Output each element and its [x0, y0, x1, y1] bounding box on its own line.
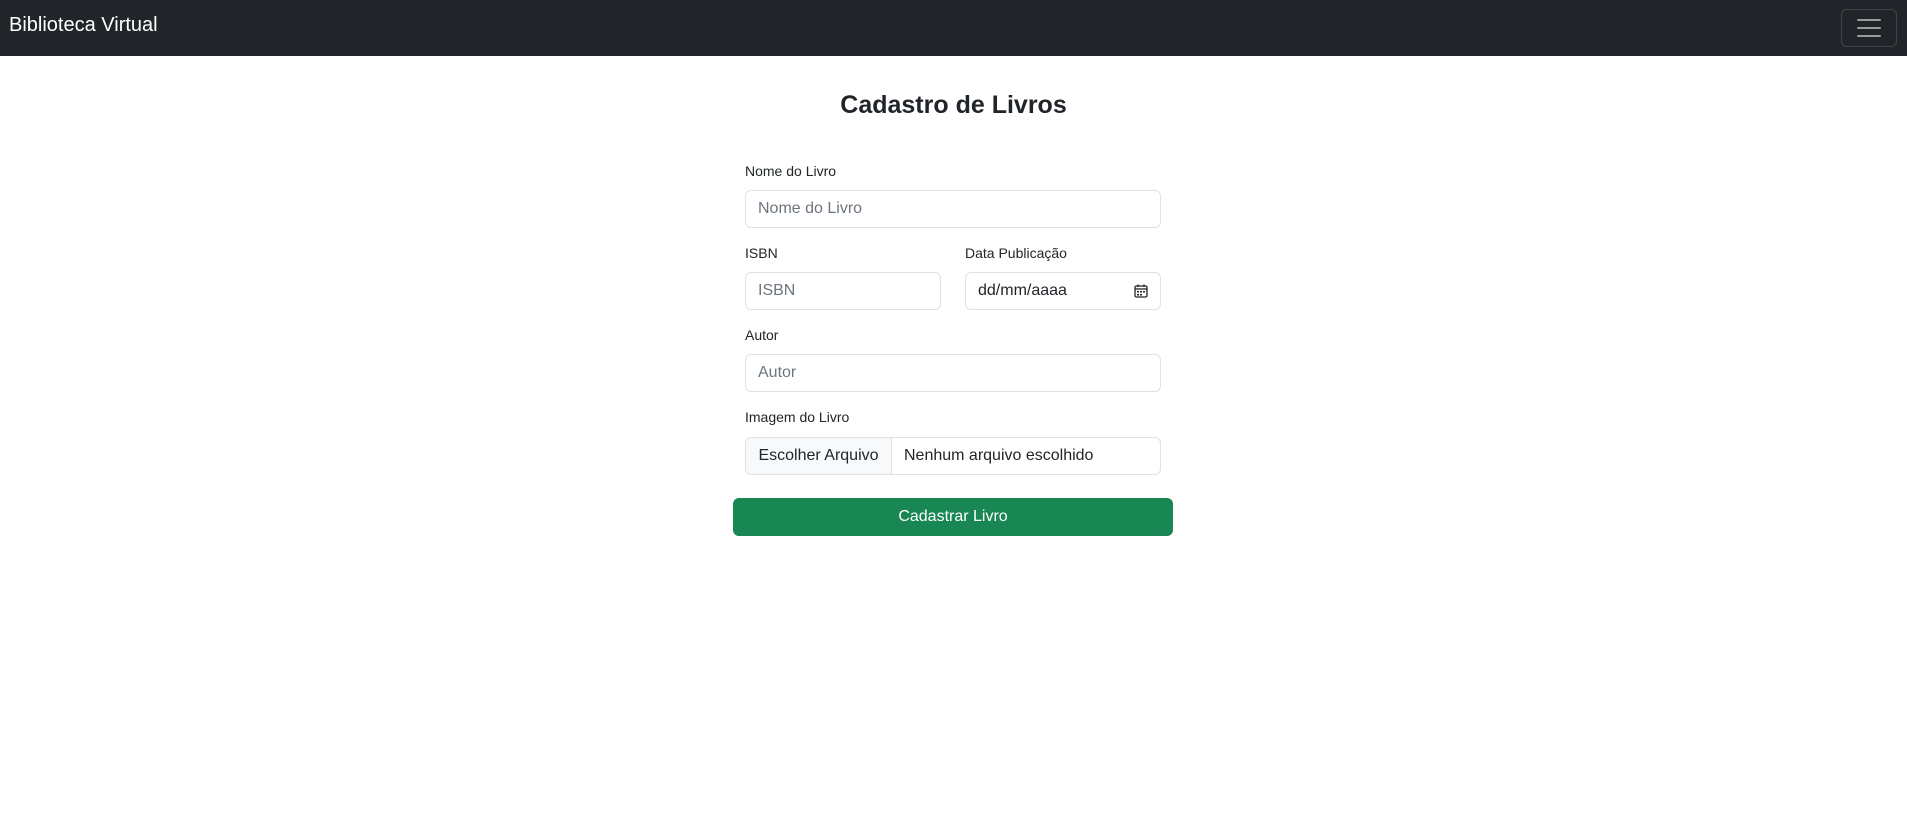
nome-input[interactable]	[745, 190, 1161, 228]
page-title: Cadastro de Livros	[840, 91, 1067, 119]
nome-label: Nome do Livro	[745, 163, 837, 179]
isbn-input[interactable]	[745, 272, 941, 310]
navbar-toggler-button[interactable]	[1841, 9, 1897, 47]
calendar-icon[interactable]	[1134, 284, 1148, 298]
navbar: Biblioteca Virtual	[0, 0, 1907, 56]
choose-file-button[interactable]: Escolher Arquivo	[746, 438, 892, 474]
autor-label: Autor	[745, 327, 779, 343]
imagem-file-input[interactable]: Escolher Arquivo Nenhum arquivo escolhid…	[745, 437, 1161, 475]
hamburger-menu-icon	[1857, 19, 1881, 37]
data-label: Data Publicação	[965, 245, 1067, 261]
isbn-label: ISBN	[745, 245, 778, 261]
brand-link[interactable]: Biblioteca Virtual	[9, 14, 158, 37]
imagem-label: Imagem do Livro	[745, 409, 850, 425]
date-value: dd/mm/aaaa	[978, 282, 1067, 299]
cadastrar-livro-button[interactable]: Cadastrar Livro	[733, 498, 1173, 536]
file-status-text: Nenhum arquivo escolhido	[904, 447, 1094, 464]
autor-input[interactable]	[745, 354, 1161, 392]
data-publicacao-input[interactable]: dd/mm/aaaa	[965, 272, 1161, 310]
